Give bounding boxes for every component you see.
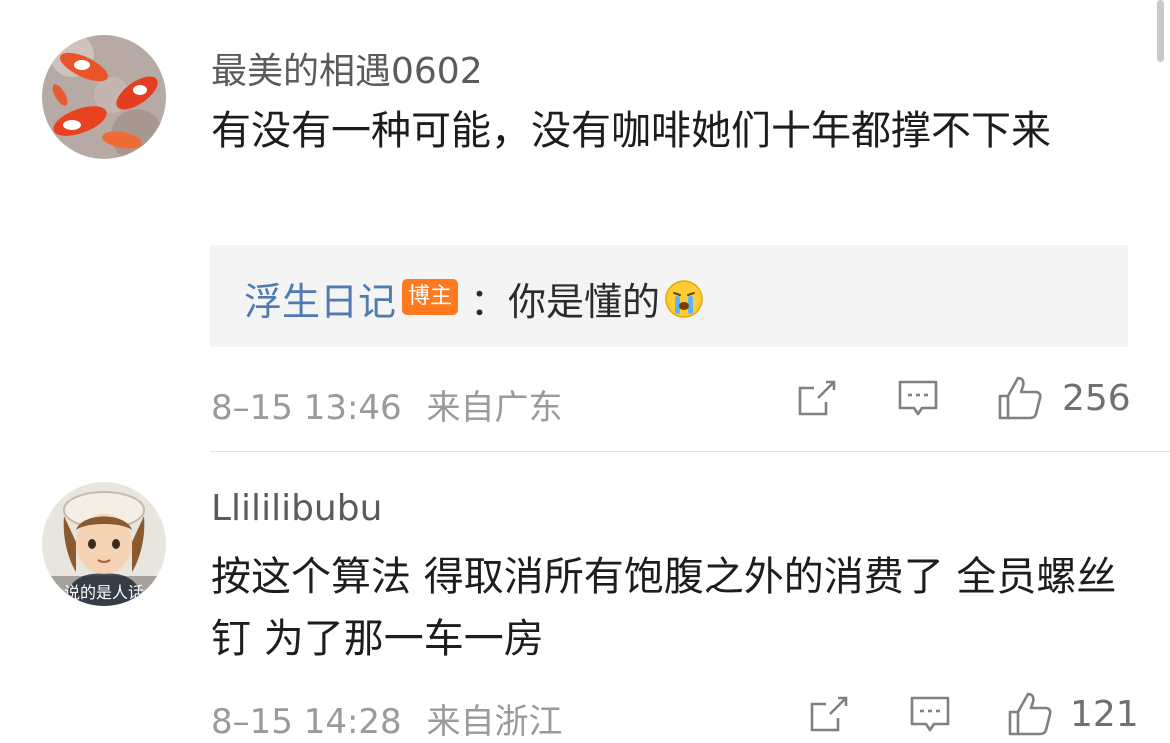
anime-girl-avatar-image: 说的是人话: [42, 482, 166, 606]
comment-text: 有没有一种可能，没有咖啡她们十年都撑不下来: [211, 108, 1051, 154]
avatar-caption: 说的是人话: [64, 583, 144, 602]
like-count: 121: [1070, 694, 1139, 735]
avatar[interactable]: 说的是人话: [42, 482, 166, 606]
comment-button[interactable]: [908, 694, 952, 742]
reply-box[interactable]: 浮生日记 博主 ：你是懂的: [210, 245, 1128, 347]
comment-meta: 8–15 13:46 来自广东: [211, 380, 563, 429]
like-button[interactable]: [996, 374, 1044, 426]
comment-button[interactable]: [896, 378, 940, 426]
share-button[interactable]: [808, 694, 850, 740]
comment-icon: [910, 696, 950, 732]
reply-text: ：你是懂的: [470, 280, 661, 324]
comment-time: 8–15 14:28: [211, 702, 402, 742]
divider: [210, 451, 1170, 452]
username[interactable]: 最美的相遇0602: [211, 42, 483, 94]
username[interactable]: Llililibubu: [211, 488, 382, 529]
like-button[interactable]: [1006, 690, 1054, 742]
comment-location: 来自浙江: [426, 702, 563, 742]
share-button[interactable]: [796, 378, 838, 424]
comment-icon: [898, 380, 938, 416]
comment-time: 8–15 13:46: [211, 388, 402, 428]
koi-avatar-image: [42, 35, 166, 159]
thumbs-up-icon: [1008, 692, 1052, 736]
crying-face-icon: [665, 279, 703, 318]
thumbs-up-icon: [998, 376, 1042, 420]
comment-location: 来自广东: [426, 388, 563, 428]
reply-author[interactable]: 浮生日记: [244, 271, 396, 326]
avatar[interactable]: [42, 35, 166, 159]
comment-meta: 8–15 14:28 来自浙江: [211, 694, 563, 743]
reply-line: 浮生日记 博主 ：你是懂的: [244, 271, 704, 326]
comment-text: 按这个算法 得取消所有饱腹之外的消费了 全员螺丝钉 为了那一车一房: [211, 554, 1117, 662]
like-count: 256: [1062, 378, 1131, 419]
share-icon: [798, 380, 836, 416]
scrollbar[interactable]: [1157, 0, 1164, 62]
blogger-badge: 博主: [402, 278, 459, 315]
